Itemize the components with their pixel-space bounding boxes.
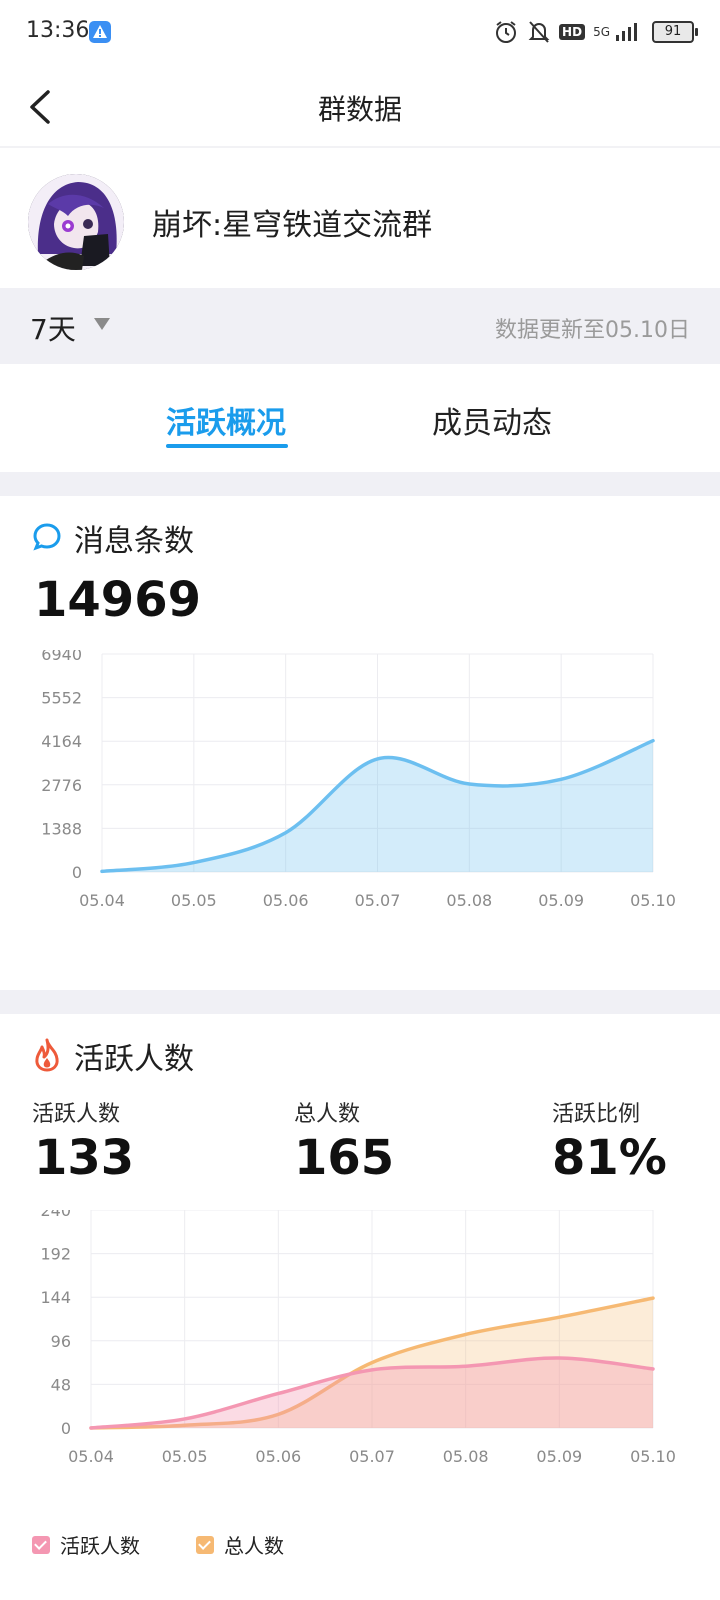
- legend-label: 总人数: [224, 1534, 284, 1558]
- x-tick-label: 05.09: [538, 891, 584, 910]
- stat-label-active: 活跃人数: [32, 1102, 121, 1127]
- stat-value-total: 165: [294, 1130, 395, 1186]
- messages-chart: 6940 5552 4164 2776 1388 0 05.04 05.05 05.06 05.0…: [41, 650, 676, 910]
- messages-total: 14969: [34, 572, 201, 628]
- x-tick-label: 05.04: [79, 891, 125, 910]
- alarm-icon: [496, 21, 517, 43]
- update-text: 数据更新至05.10日: [495, 318, 690, 343]
- divider: [0, 146, 720, 148]
- x-tick-label: 05.07: [349, 1447, 395, 1466]
- y-tick-label: 2776: [41, 776, 82, 795]
- x-tick-label: 05.10: [630, 1447, 676, 1466]
- y-tick-label: 0: [72, 863, 82, 882]
- stat-label-total: 总人数: [294, 1102, 361, 1127]
- y-tick-label: 192: [40, 1245, 71, 1264]
- x-tick-label: 05.10: [630, 891, 676, 910]
- status-time: 13:36: [26, 18, 90, 43]
- filter-bar: 7天 数据更新至05.10日: [0, 288, 720, 364]
- y-tick-label: 240: [40, 1210, 71, 1220]
- section-separator: [0, 472, 720, 496]
- legend-active[interactable]: 活跃人数: [32, 1530, 140, 1559]
- active-title: 活跃人数: [74, 1042, 194, 1077]
- nav-bar: 群数据: [0, 66, 720, 146]
- y-tick-label: 96: [51, 1332, 71, 1351]
- mute-bell-icon: [528, 21, 550, 43]
- caret-down-icon[interactable]: [94, 318, 110, 330]
- network-type: 5G: [593, 25, 610, 39]
- group-name: 崩坏:星穹铁道交流群: [152, 208, 433, 243]
- tab-member-dynamics[interactable]: 成员动态: [432, 398, 552, 442]
- hd-icon: HD: [559, 24, 586, 40]
- x-tick-label: 05.06: [263, 891, 309, 910]
- y-tick-label: 144: [40, 1288, 71, 1307]
- status-icons: HD 5G 91: [493, 18, 698, 46]
- y-tick-label: 6940: [41, 650, 82, 664]
- x-tick-label: 05.04: [68, 1447, 114, 1466]
- legend-label: 活跃人数: [60, 1534, 140, 1558]
- messages-title: 消息条数: [74, 524, 194, 559]
- tab-activity-overview[interactable]: 活跃概况: [166, 398, 286, 442]
- active-chart: 240 192 144 96 48 0 05.04 05.05 05.06 05.07 05.08 0…: [40, 1210, 676, 1466]
- y-tick-label: 0: [61, 1419, 71, 1438]
- y-tick-label: 1388: [41, 819, 82, 838]
- x-tick-label: 05.08: [446, 891, 492, 910]
- chat-bubble-icon: [33, 523, 61, 551]
- x-tick-label: 05.05: [162, 1447, 208, 1466]
- range-dropdown[interactable]: 7天: [30, 308, 76, 348]
- x-tick-label: 05.07: [355, 891, 401, 910]
- battery-icon: 91: [652, 21, 698, 43]
- anime-character-avatar-icon: [28, 174, 124, 270]
- signal-icon: [616, 23, 637, 41]
- stat-label-ratio: 活跃比例: [552, 1102, 641, 1127]
- x-tick-label: 05.09: [536, 1447, 582, 1466]
- checkbox-icon[interactable]: [32, 1535, 50, 1554]
- stat-value-active: 133: [34, 1130, 135, 1186]
- section-separator: [0, 990, 720, 1014]
- group-avatar[interactable]: [28, 174, 124, 270]
- checkbox-icon[interactable]: [196, 1535, 214, 1554]
- x-tick-label: 05.08: [443, 1447, 489, 1466]
- y-tick-label: 4164: [41, 732, 82, 751]
- flame-icon: [35, 1038, 59, 1072]
- warning-icon: [89, 21, 111, 43]
- page-title: 群数据: [317, 93, 402, 126]
- x-tick-label: 05.06: [255, 1447, 301, 1466]
- x-tick-label: 05.05: [171, 891, 217, 910]
- y-tick-label: 5552: [41, 689, 82, 708]
- status-bar: 13:36 HD 5G 91: [0, 0, 720, 66]
- stat-value-ratio: 81%: [552, 1130, 667, 1186]
- legend-total[interactable]: 总人数: [196, 1530, 284, 1559]
- tab-underline: [166, 444, 288, 448]
- y-tick-label: 48: [51, 1375, 71, 1394]
